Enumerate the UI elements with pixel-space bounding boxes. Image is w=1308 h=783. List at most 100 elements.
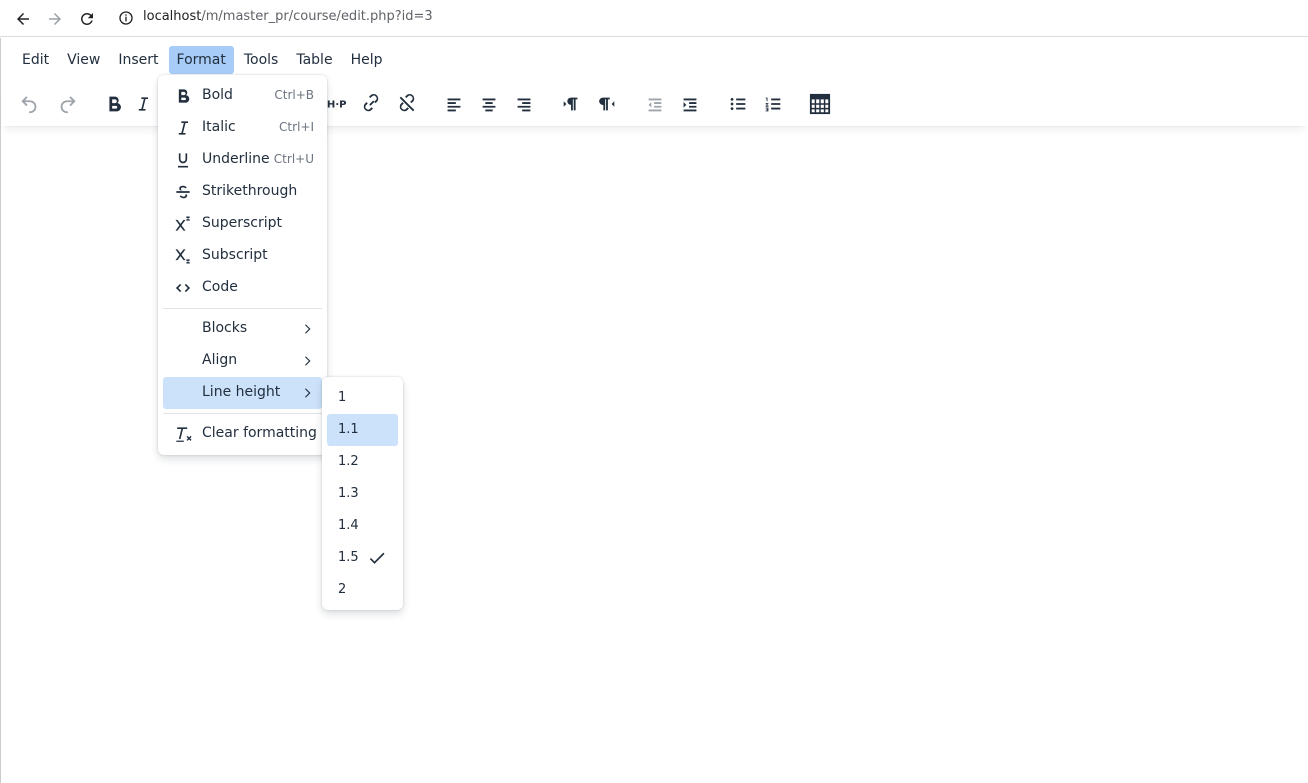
site-info-icon[interactable] <box>118 10 134 26</box>
format-align[interactable]: Align <box>163 345 322 377</box>
outdent-button[interactable] <box>639 89 671 119</box>
italic-button[interactable] <box>133 89 153 119</box>
menu-separator <box>163 308 322 309</box>
format-bold[interactable]: Bold Ctrl+B <box>163 80 322 112</box>
numbered-list-icon <box>765 97 781 112</box>
line-height-option[interactable]: 2 <box>327 574 398 606</box>
format-blocks[interactable]: Blocks <box>163 313 322 345</box>
redo-button[interactable] <box>51 89 83 119</box>
address-bar[interactable]: localhost/m/master_pr/course/edit.php?id… <box>143 9 433 24</box>
unlink-button[interactable] <box>391 89 423 119</box>
format-superscript[interactable]: Superscript <box>163 208 322 240</box>
forward-button[interactable] <box>42 6 68 32</box>
subscript-icon <box>173 246 193 266</box>
line-height-option-label: 1.5 <box>338 550 359 565</box>
format-strikethrough[interactable]: Strikethrough <box>163 176 322 208</box>
back-button[interactable] <box>10 6 36 32</box>
menu-table[interactable]: Table <box>288 46 340 74</box>
format-bold-label: Bold <box>202 87 233 103</box>
format-superscript-label: Superscript <box>202 215 283 231</box>
menu-format[interactable]: Format <box>168 46 234 74</box>
browser-bar: localhost/m/master_pr/course/edit.php?id… <box>0 0 1308 37</box>
line-height-option-label: 1.4 <box>338 518 359 533</box>
code-icon <box>173 278 193 298</box>
reload-button[interactable] <box>74 6 100 32</box>
line-height-option[interactable]: 1.2 <box>327 446 398 478</box>
clear-formatting-icon <box>173 424 193 444</box>
format-clear-formatting[interactable]: Clear formatting <box>163 418 322 450</box>
line-height-option[interactable]: 1.1 <box>327 414 398 446</box>
menu-tools[interactable]: Tools <box>236 46 287 74</box>
format-line-height[interactable]: Line height <box>163 377 322 409</box>
format-italic-shortcut: Ctrl+I <box>279 120 314 134</box>
line-height-option-label: 1.2 <box>338 454 359 469</box>
chevron-right-icon <box>305 388 311 398</box>
link-button[interactable] <box>355 89 387 119</box>
arrow-right-icon <box>49 13 61 25</box>
checkmark-icon <box>369 552 385 564</box>
underline-icon <box>173 150 193 170</box>
align-right-icon <box>517 98 531 112</box>
bold-icon <box>173 86 193 106</box>
strikethrough-icon <box>173 182 193 202</box>
ltr-button[interactable] <box>555 89 587 119</box>
italic-icon <box>138 97 148 111</box>
menu-insert[interactable]: Insert <box>110 46 166 74</box>
align-center-icon <box>482 98 496 112</box>
svg-text:H·P: H·P <box>327 100 347 111</box>
unlink-icon <box>399 94 415 112</box>
undo-button[interactable] <box>14 89 46 119</box>
menu-separator <box>163 413 322 414</box>
numbered-list-button[interactable] <box>757 89 789 119</box>
align-center-button[interactable] <box>473 89 505 119</box>
line-height-option[interactable]: 1 <box>327 382 398 414</box>
rtl-icon <box>599 97 615 111</box>
indent-icon <box>683 98 697 112</box>
format-clear-formatting-label: Clear formatting <box>202 425 317 441</box>
align-right-button[interactable] <box>508 89 540 119</box>
chevron-right-icon <box>305 324 311 334</box>
undo-icon <box>21 96 37 114</box>
ltr-icon <box>563 97 578 111</box>
chevron-right-icon <box>305 356 311 366</box>
redo-icon <box>60 96 76 114</box>
rtl-button[interactable] <box>591 89 623 119</box>
h5p-icon: H·P <box>327 100 347 111</box>
calculator-button[interactable] <box>804 89 836 119</box>
format-code[interactable]: Code <box>163 272 322 304</box>
format-menu: Bold Ctrl+B Italic Ctrl+I Underline Ctrl… <box>158 75 327 455</box>
format-line-height-label: Line height <box>202 384 281 400</box>
line-height-option-selected[interactable]: 1.5 <box>327 542 398 574</box>
menu-edit[interactable]: Edit <box>14 46 57 74</box>
format-underline[interactable]: Underline Ctrl+U <box>163 144 322 176</box>
arrow-left-icon <box>17 13 29 25</box>
bullet-list-button[interactable] <box>722 89 754 119</box>
align-left-button[interactable] <box>438 89 470 119</box>
format-strikethrough-label: Strikethrough <box>202 183 298 199</box>
align-left-icon <box>447 98 461 112</box>
format-subscript[interactable]: Subscript <box>163 240 322 272</box>
format-bold-shortcut: Ctrl+B <box>274 88 314 102</box>
line-height-option-label: 1.3 <box>338 486 359 501</box>
indent-button[interactable] <box>674 89 706 119</box>
format-underline-shortcut: Ctrl+U <box>273 152 314 166</box>
line-height-option-label: 1.1 <box>338 422 359 437</box>
url-path: /m/master_pr/course/edit.php?id=3 <box>201 9 433 24</box>
url-host: localhost <box>143 9 202 24</box>
menu-help[interactable]: Help <box>343 46 391 74</box>
line-height-option[interactable]: 1.4 <box>327 510 398 542</box>
format-underline-label: Underline <box>202 151 270 167</box>
outdent-icon <box>648 98 662 112</box>
format-italic-label: Italic <box>202 119 236 135</box>
reload-icon <box>80 12 93 25</box>
calculator-icon <box>809 93 831 115</box>
format-align-label: Align <box>202 352 238 368</box>
line-height-option-label: 1 <box>338 390 347 405</box>
bold-button[interactable] <box>98 89 130 119</box>
link-icon <box>363 94 379 112</box>
superscript-icon <box>173 214 193 234</box>
menu-view[interactable]: View <box>59 46 108 74</box>
bullet-list-icon <box>730 98 746 110</box>
line-height-option[interactable]: 1.3 <box>327 478 398 510</box>
format-italic[interactable]: Italic Ctrl+I <box>163 112 322 144</box>
